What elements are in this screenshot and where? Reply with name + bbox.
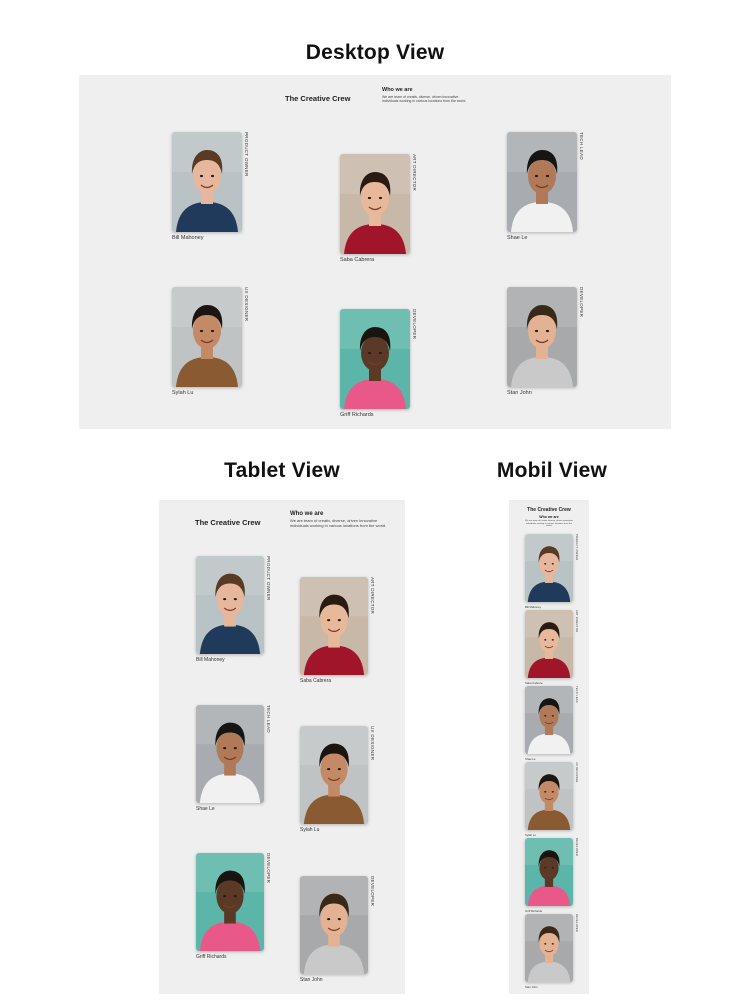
mobile-view-title: Mobil View	[496, 459, 608, 482]
member-name: Sylah Lu	[172, 390, 194, 396]
member-role: ART DIRECTOR	[369, 577, 375, 615]
member-photo[interactable]	[340, 309, 410, 409]
who-we-are-text: We are team of creativ, diverse, driven …	[290, 518, 387, 528]
member-role: DEVELOPER	[578, 287, 584, 318]
brand-title: The Creative Crew	[285, 94, 351, 103]
who-we-are-title: Who we are	[290, 511, 324, 517]
member-name: Stan John	[300, 977, 323, 983]
team-card[interactable]: Shae Le TECH LEAD	[525, 686, 578, 761]
member-role: DEVELOPER	[574, 914, 578, 932]
member-name: Sylah Lu	[525, 833, 536, 837]
who-we-are-title: Who we are	[382, 87, 413, 93]
member-name: Bill Mahoney	[196, 657, 225, 663]
team-card[interactable]: Bill Mahoney PRODUCT OWNER	[172, 132, 249, 241]
team-card[interactable]: Sylah Lu UX DESIGNER	[172, 287, 249, 396]
member-role: PRODUCT OWNER	[265, 556, 271, 601]
member-name: Sylah Lu	[300, 827, 320, 833]
team-card[interactable]: Saba Cabrera ART DIRECTOR	[525, 610, 578, 685]
who-we-are-text: We are team of creativ, diverse, driven …	[382, 95, 467, 104]
brand-title: The Creative Crew	[195, 518, 261, 527]
member-photo[interactable]	[525, 914, 573, 982]
team-card[interactable]: Griff Richards DEVELOPER	[196, 853, 271, 960]
member-photo[interactable]	[525, 610, 573, 678]
member-name: Shae Le	[507, 235, 528, 241]
team-card[interactable]: Griff Richards DEVELOPER	[340, 309, 417, 418]
team-card[interactable]: Shae Le TECH LEAD	[507, 132, 584, 241]
member-photo[interactable]	[340, 154, 410, 254]
member-role: UX DESIGNER	[574, 762, 578, 783]
member-name: Griff Richards	[340, 412, 374, 418]
who-we-are-title: Who we are	[539, 515, 559, 519]
team-card[interactable]: Saba Cabrera ART DIRECTOR	[340, 154, 417, 263]
team-card[interactable]: Stan John DEVELOPER	[525, 914, 578, 989]
member-photo[interactable]	[525, 534, 573, 602]
member-role: PRODUCT OWNER	[574, 534, 578, 561]
member-name: Griff Richards	[525, 909, 543, 913]
tablet-view-title: Tablet View	[224, 459, 340, 482]
member-name: Shae Le	[196, 806, 215, 812]
member-role: DEVELOPER	[574, 838, 578, 856]
brand-title: The Creative Crew	[527, 507, 571, 513]
member-role: DEVELOPER	[265, 853, 271, 884]
team-card[interactable]: Griff Richards DEVELOPER	[525, 838, 578, 913]
member-name: Bill Mahoney	[525, 605, 542, 609]
desktop-view-title: Desktop View	[305, 41, 445, 64]
member-role: ART DIRECTOR	[574, 610, 578, 633]
member-role: TECH LEAD	[265, 705, 271, 733]
team-card[interactable]: Stan John DEVELOPER	[300, 876, 375, 983]
team-card[interactable]: Sylah Lu UX DESIGNER	[525, 762, 578, 837]
member-role: TECH LEAD	[574, 686, 578, 703]
desktop-panel: The Creative Crew Who we are We are team…	[79, 75, 671, 429]
member-photo[interactable]	[172, 132, 242, 232]
member-role: DEVELOPER	[369, 876, 375, 907]
member-photo[interactable]	[507, 287, 577, 387]
member-name: Saba Cabrera	[340, 257, 375, 263]
member-role: UX DESIGNER	[243, 287, 249, 322]
member-photo[interactable]	[525, 686, 573, 754]
member-role: PRODUCT OWNER	[243, 132, 249, 177]
team-card[interactable]: Bill Mahoney PRODUCT OWNER	[525, 534, 578, 609]
member-name: Saba Cabrera	[525, 681, 543, 685]
team-card[interactable]: Bill Mahoney PRODUCT OWNER	[196, 556, 271, 663]
tablet-panel: The Creative Crew Who we are We are team…	[159, 500, 405, 994]
member-photo[interactable]	[196, 705, 264, 803]
member-role: ART DIRECTOR	[411, 154, 417, 192]
member-photo[interactable]	[525, 762, 573, 830]
member-photo[interactable]	[196, 853, 264, 951]
who-we-are-text: We are team of creativ, diverse, driven …	[525, 520, 573, 528]
member-name: Bill Mahoney	[172, 235, 204, 241]
member-role: TECH LEAD	[578, 132, 584, 160]
member-photo[interactable]	[196, 556, 264, 654]
member-role: DEVELOPER	[411, 309, 417, 340]
member-photo[interactable]	[525, 838, 573, 906]
team-card[interactable]: Saba Cabrera ART DIRECTOR	[300, 577, 375, 684]
member-name: Stan John	[507, 390, 532, 396]
member-role: UX DESIGNER	[369, 726, 375, 761]
team-card[interactable]: Stan John DEVELOPER	[507, 287, 584, 396]
member-name: Shae Le	[525, 757, 536, 761]
member-name: Griff Richards	[196, 954, 227, 960]
member-photo[interactable]	[172, 287, 242, 387]
member-photo[interactable]	[300, 726, 368, 824]
member-name: Saba Cabrera	[300, 678, 332, 684]
member-photo[interactable]	[300, 876, 368, 974]
member-photo[interactable]	[507, 132, 577, 232]
mobile-panel: The Creative Crew Who we are We are team…	[509, 500, 589, 994]
member-photo[interactable]	[300, 577, 368, 675]
team-card[interactable]: Sylah Lu UX DESIGNER	[300, 726, 375, 833]
team-card[interactable]: Shae Le TECH LEAD	[196, 705, 271, 812]
member-name: Stan John	[525, 985, 538, 989]
